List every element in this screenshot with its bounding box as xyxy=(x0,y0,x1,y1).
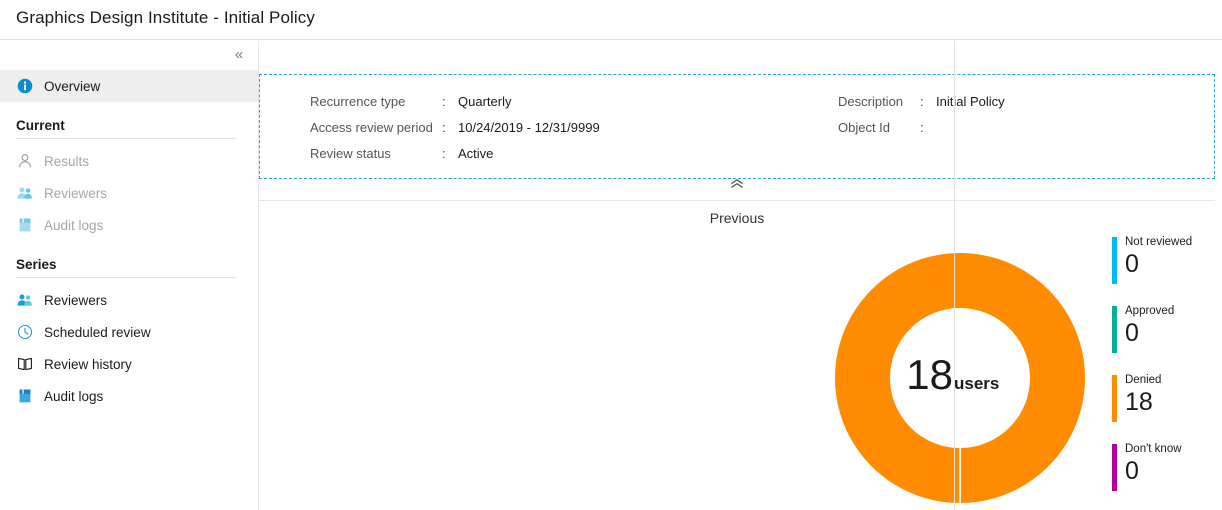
legend-item-dont-know[interactable]: Don't know 0 xyxy=(1112,442,1212,494)
sidebar-item-review-history[interactable]: Review history xyxy=(0,348,258,380)
book-filled-icon xyxy=(16,216,34,234)
sidebar-item-label: Overview xyxy=(44,79,100,94)
donut-center-unit: users xyxy=(954,374,999,393)
sidebar-item-overview[interactable]: Overview xyxy=(0,70,258,102)
sidebar-collapse-row: « xyxy=(0,41,258,70)
field-key: Access review period xyxy=(310,120,442,135)
book-filled-icon xyxy=(16,387,34,405)
field-description: Description:Initial Policy xyxy=(838,94,1005,109)
page-header: Graphics Design Institute - Initial Poli… xyxy=(0,0,1222,40)
sidebar-item-current-audit-logs[interactable]: Audit logs xyxy=(0,209,258,241)
field-separator: : xyxy=(442,120,458,135)
sidebar-item-current-reviewers[interactable]: Reviewers xyxy=(0,177,258,209)
sidebar-item-series-audit-logs[interactable]: Audit logs xyxy=(0,380,258,412)
field-separator: : xyxy=(442,94,458,109)
field-separator: : xyxy=(920,94,936,109)
field-value: Initial Policy xyxy=(936,94,1005,109)
legend-item-approved[interactable]: Approved 0 xyxy=(1112,304,1212,356)
legend-color-swatch xyxy=(1112,306,1117,353)
person-icon xyxy=(16,152,34,170)
legend-label: Don't know xyxy=(1125,442,1212,456)
sidebar-item-label: Audit logs xyxy=(44,218,103,233)
donut-center-value: 18 xyxy=(906,351,953,398)
sidebar-item-label: Audit logs xyxy=(44,389,103,404)
sidebar-item-label: Reviewers xyxy=(44,186,107,201)
chevron-up-icon xyxy=(730,177,744,192)
sidebar-group-divider xyxy=(16,277,236,278)
essentials-fields: Recurrence type:Quarterly Access review … xyxy=(260,75,1214,178)
field-key: Review status xyxy=(310,146,442,161)
field-object-id: Object Id: xyxy=(838,120,936,135)
legend-item-denied[interactable]: Denied 18 xyxy=(1112,373,1212,425)
donut-gap xyxy=(959,378,961,510)
collapse-sidebar-icon[interactable]: « xyxy=(228,44,250,66)
sidebar-item-label: Scheduled review xyxy=(44,325,151,340)
legend-label: Denied xyxy=(1125,373,1212,387)
field-recurrence-type: Recurrence type:Quarterly xyxy=(310,94,511,109)
page-title: Graphics Design Institute - Initial Poli… xyxy=(16,8,315,28)
field-review-status: Review status:Active xyxy=(310,146,493,161)
sidebar-item-label: Results xyxy=(44,154,89,169)
people-icon xyxy=(16,291,34,309)
field-key: Recurrence type xyxy=(310,94,442,109)
section-label-previous: Previous xyxy=(259,210,1215,226)
legend-color-swatch xyxy=(1112,375,1117,422)
sidebar: « Overview Current Results xyxy=(0,41,259,510)
donut-chart: 18 users xyxy=(835,253,1085,510)
sidebar-item-scheduled-review[interactable]: Scheduled review xyxy=(0,316,258,348)
legend-item-not-reviewed[interactable]: Not reviewed 0 xyxy=(1112,235,1212,287)
field-key: Description xyxy=(838,94,920,109)
access-review-overview-page: Graphics Design Institute - Initial Poli… xyxy=(0,0,1222,510)
sidebar-group-divider xyxy=(16,138,236,139)
legend-color-swatch xyxy=(1112,444,1117,491)
legend-value: 0 xyxy=(1125,249,1212,279)
donut-chart-svg: 18 users xyxy=(835,253,1085,510)
field-separator: : xyxy=(920,120,936,135)
legend-value: 0 xyxy=(1125,318,1212,348)
field-value: Active xyxy=(458,146,493,161)
content-area: Recurrence type:Quarterly Access review … xyxy=(259,41,1222,510)
people-icon xyxy=(16,184,34,202)
field-value: 10/24/2019 - 12/31/9999 xyxy=(458,120,600,135)
field-access-review-period: Access review period:10/24/2019 - 12/31/… xyxy=(310,120,600,135)
info-icon xyxy=(16,77,34,95)
essentials-panel: Recurrence type:Quarterly Access review … xyxy=(259,74,1215,179)
open-book-icon xyxy=(16,355,34,373)
right-panel-divider xyxy=(954,41,955,510)
legend-label: Not reviewed xyxy=(1125,235,1212,249)
field-value: Quarterly xyxy=(458,94,511,109)
field-separator: : xyxy=(442,146,458,161)
sidebar-group-title-current: Current xyxy=(0,102,258,138)
clock-icon xyxy=(16,323,34,341)
sidebar-item-current-results[interactable]: Results xyxy=(0,145,258,177)
collapse-essentials-button[interactable] xyxy=(259,179,1215,201)
sidebar-item-label: Reviewers xyxy=(44,293,107,308)
legend-label: Approved xyxy=(1125,304,1212,318)
legend-value: 18 xyxy=(1125,387,1212,417)
legend-value: 0 xyxy=(1125,456,1212,486)
chart-legend: Not reviewed 0 Approved 0 Denied 18 Don'… xyxy=(1112,235,1212,510)
legend-color-swatch xyxy=(1112,237,1117,284)
field-key: Object Id xyxy=(838,120,920,135)
sidebar-item-series-reviewers[interactable]: Reviewers xyxy=(0,284,258,316)
sidebar-group-title-series: Series xyxy=(0,241,258,277)
sidebar-item-label: Review history xyxy=(44,357,132,372)
